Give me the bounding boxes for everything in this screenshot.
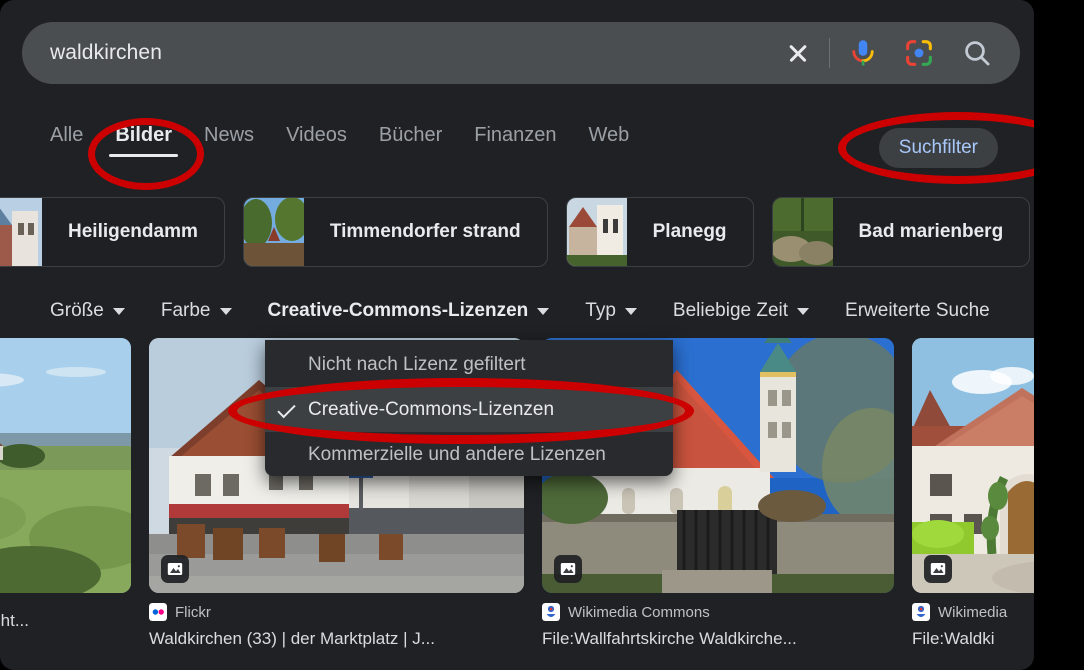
tab-buecher[interactable]: Bücher [363,124,458,157]
filter-label: Farbe [161,300,211,322]
chip-label: Bad marienberg [833,221,1030,243]
search-input[interactable]: waldkirchen [50,41,777,65]
result-caption[interactable]: Waldkirchen (33) | der Marktplatz | J... [149,629,524,649]
chevron-down-icon [113,308,125,315]
menu-item-label: Creative-Commons-Lizenzen [308,399,554,421]
filter-farbe[interactable]: Farbe [143,300,250,322]
search-tabs: Alle Bilder News Videos Bücher Finanzen … [50,124,645,157]
photo-icon [167,562,183,576]
related-chip[interactable]: Timmendorfer strand [243,197,548,267]
filter-label: Beliebige Zeit [673,300,788,322]
result-thumbnail[interactable] [0,338,131,593]
filter-zeit[interactable]: Beliebige Zeit [655,300,827,322]
wikimedia-icon [912,603,930,621]
source-label: Flickr [175,604,211,621]
chip-thumbnail [567,197,627,267]
chip-thumbnail [0,197,42,267]
image-result-card[interactable]: en - Ansicht... [0,338,131,670]
browser-content: waldkirchen [0,0,1034,670]
result-source: Flickr [149,603,524,621]
result-meta: Wikimedia Commons File:Wallfahrtskirche … [542,593,894,649]
tab-alle[interactable]: Alle [50,124,99,157]
tab-finanzen[interactable]: Finanzen [458,124,572,157]
chip-label: Heiligendamm [42,221,224,243]
related-searches-row: Heiligendamm Timmendorfer strand [0,196,1034,268]
result-source: Wikimedia [912,603,1034,621]
menu-item-label: Kommerzielle und andere Lizenzen [308,444,606,466]
related-chip[interactable]: Heiligendamm [0,197,225,267]
source-label: Wikimedia [938,604,1007,621]
chevron-down-icon [220,308,232,315]
image-green-meadow [0,338,131,593]
chip-thumbnail [244,197,304,267]
search-filters-button[interactable]: Suchfilter [879,128,998,168]
tab-videos[interactable]: Videos [270,124,363,157]
result-meta: Flickr Waldkirchen (33) | der Marktplatz… [149,593,524,649]
filter-label: Größe [50,300,104,322]
flickr-icon [149,603,167,621]
result-meta: Wikimedia File:Waldki [912,593,1034,649]
source-label: Wikimedia Commons [568,604,710,621]
menu-item-kommerzielle[interactable]: Kommerzielle und andere Lizenzen [265,432,673,477]
license-dropdown-menu: Nicht nach Lizenz gefiltert Creative-Com… [265,340,673,476]
wikimedia-icon [542,603,560,621]
filter-groesse[interactable]: Größe [50,300,143,322]
checkmark-icon [277,399,295,417]
result-caption[interactable]: File:Waldki [912,629,1034,649]
chip-label: Planegg [627,221,753,243]
chevron-down-icon [797,308,809,315]
result-source: Wikimedia Commons [542,603,894,621]
chevron-down-icon [537,308,549,315]
filter-label: Typ [585,300,616,322]
image-result-card[interactable]: Wikimedia File:Waldki [912,338,1034,670]
chip-thumbnail [773,197,833,267]
filter-label: Erweiterte Suche [845,300,990,322]
search-divider [829,38,830,68]
filter-typ[interactable]: Typ [567,300,655,322]
result-caption[interactable]: File:Wallfahrtskirche Waldkirche... [542,629,894,649]
photo-icon [930,562,946,576]
filter-lizenzen[interactable]: Creative-Commons-Lizenzen [250,300,568,322]
result-meta: en - Ansicht... [0,593,131,631]
menu-item-creative-commons[interactable]: Creative-Commons-Lizenzen [265,387,673,432]
image-type-badge [554,555,582,583]
tab-news[interactable]: News [188,124,270,157]
filter-erweiterte-suche[interactable]: Erweiterte Suche [827,300,1008,322]
image-filter-row: Größe Farbe Creative-Commons-Lizenzen Ty… [50,300,1034,322]
search-bar[interactable]: waldkirchen [22,22,1020,84]
menu-item-nicht-gefiltert[interactable]: Nicht nach Lizenz gefiltert [265,342,673,387]
result-thumbnail[interactable] [912,338,1034,593]
result-caption[interactable]: en - Ansicht... [0,611,131,631]
search-icon[interactable] [960,36,994,70]
tab-bilder[interactable]: Bilder [99,124,188,157]
page-gutter [1034,0,1084,670]
photo-icon [560,562,576,576]
close-icon[interactable] [777,32,819,74]
image-type-badge [161,555,189,583]
related-chip[interactable]: Planegg [566,197,754,267]
filter-label: Creative-Commons-Lizenzen [268,300,529,322]
chevron-down-icon [625,308,637,315]
google-lens-icon[interactable] [902,36,936,70]
menu-item-label: Nicht nach Lizenz gefiltert [308,354,526,376]
tab-web[interactable]: Web [573,124,646,157]
related-chip[interactable]: Bad marienberg [772,197,1031,267]
microphone-icon[interactable] [846,33,880,73]
image-type-badge [924,555,952,583]
screenshot-root: waldkirchen [0,0,1084,670]
chip-label: Timmendorfer strand [304,221,547,243]
